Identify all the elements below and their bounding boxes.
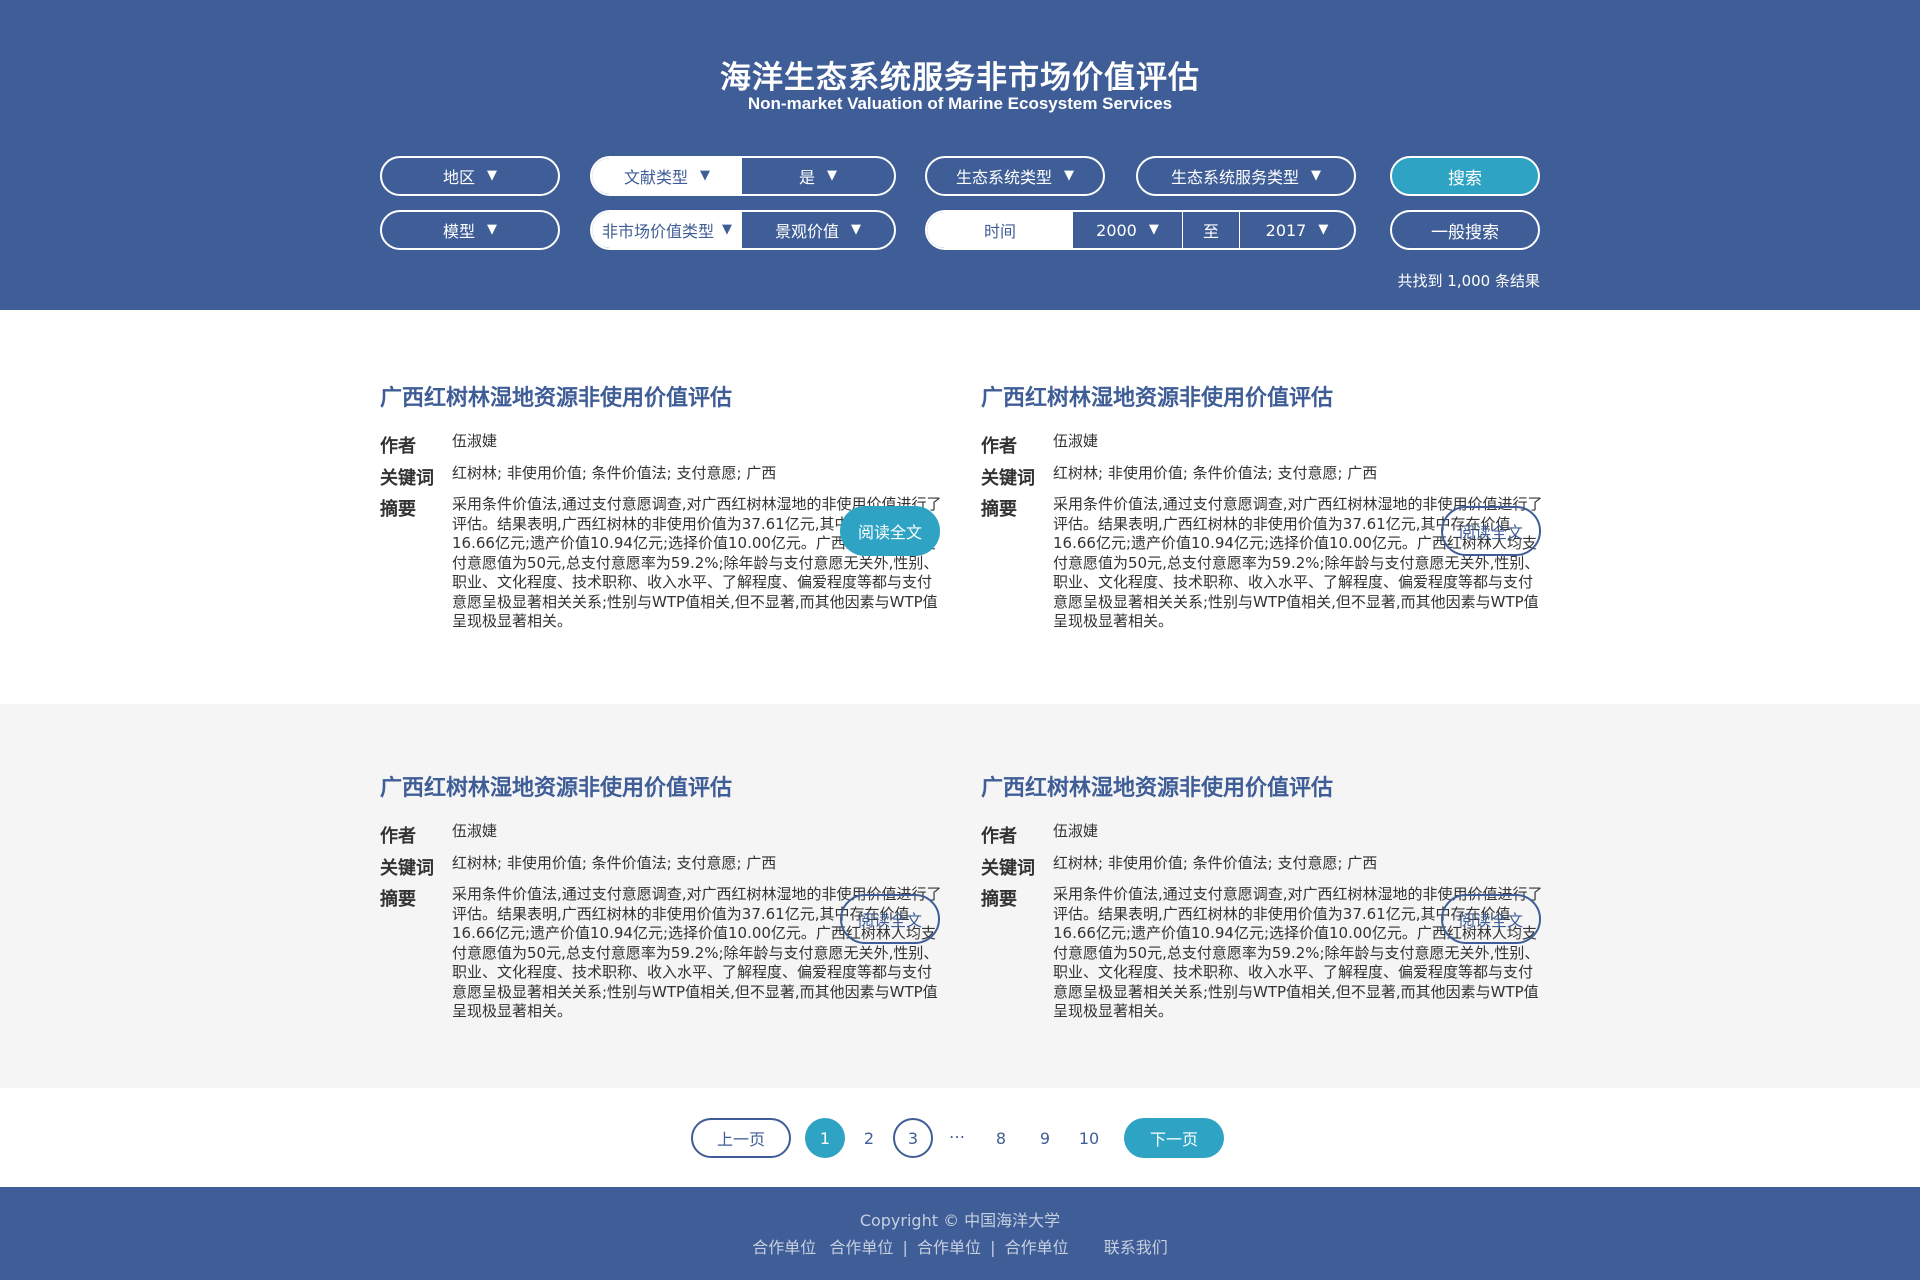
read-fulltext-button[interactable]: 阅读全文 [1441, 506, 1541, 556]
doc-type-label: 文献类型 [623, 168, 688, 187]
page-8-button[interactable]: 8 [981, 1118, 1021, 1158]
value-type-label: 非市场价值类型 [601, 222, 714, 241]
service-type-dropdown[interactable]: 生态系统服务类型 ▼ [1136, 156, 1356, 196]
caret-down-icon: ▼ [827, 167, 837, 183]
pagination-ellipsis: … [949, 1122, 965, 1142]
doc-type-value: 是 [798, 168, 815, 187]
footer-separator: | [902, 1238, 908, 1257]
footer: Copyright © 中国海洋大学 合作单位 合作单位 | 合作单位 | 合作… [0, 1187, 1920, 1280]
read-fulltext-button[interactable]: 阅读全文 [1441, 894, 1541, 944]
abstract-label: 摘要 [981, 499, 1017, 520]
caret-down-icon: ▼ [1064, 167, 1074, 183]
contact-link[interactable]: 联系我们 [1104, 1234, 1168, 1258]
doc-type-dropdown[interactable]: 文献类型 ▼ [592, 158, 742, 194]
footer-links: 合作单位 合作单位 | 合作单位 | 合作单位 联系我们 [0, 1234, 1920, 1258]
value-type-filter[interactable]: 非市场价值类型 ▼ 景观价值 ▼ [590, 210, 896, 250]
author-label: 作者 [981, 826, 1017, 847]
caret-down-icon: ▼ [1148, 221, 1159, 237]
author-value: 伍淑婕 [1053, 822, 1099, 840]
result-card: 广西红树林湿地资源非使用价值评估 作者 伍淑婕 关键词 红树林; 非使用价值; … [981, 380, 1543, 630]
caret-down-icon: ▼ [851, 221, 861, 237]
result-count: 共找到 1,000 条结果 [1397, 272, 1540, 290]
value-type-value: 景观价值 [774, 222, 839, 241]
keywords-label: 关键词 [380, 468, 434, 489]
page-2-button[interactable]: 2 [849, 1118, 889, 1158]
results-section-1: 广西红树林湿地资源非使用价值评估 作者 伍淑婕 关键词 红树林; 非使用价值; … [0, 310, 1920, 704]
caret-down-icon: ▼ [1311, 167, 1321, 183]
footer-separator: | [990, 1238, 996, 1257]
range-to-label: 至 [1182, 212, 1239, 248]
abstract-label: 摘要 [380, 499, 416, 520]
region-label: 地区 [442, 168, 475, 187]
page-9-button[interactable]: 9 [1025, 1118, 1065, 1158]
read-fulltext-button[interactable]: 阅读全文 [840, 894, 940, 944]
time-range-filter[interactable]: 时间 2000 ▼ 至 2017 ▼ [925, 210, 1356, 250]
ecosystem-type-dropdown[interactable]: 生态系统类型 ▼ [925, 156, 1105, 196]
next-page-button[interactable]: 下一页 [1124, 1118, 1224, 1158]
ecosystem-type-label: 生态系统类型 [955, 168, 1052, 187]
value-type-value-dropdown[interactable]: 景观价值 ▼ [742, 212, 894, 248]
result-title[interactable]: 广西红树林湿地资源非使用价值评估 [380, 770, 940, 802]
result-card: 广西红树林湿地资源非使用价值评估 作者 伍淑婕 关键词 红树林; 非使用价值; … [380, 380, 942, 630]
keywords-value: 红树林; 非使用价值; 条件价值法; 支付意愿; 广西 [1053, 854, 1378, 872]
prev-page-button[interactable]: 上一页 [691, 1118, 791, 1158]
author-value: 伍淑婕 [452, 432, 498, 450]
author-value: 伍淑婕 [1053, 432, 1099, 450]
result-title[interactable]: 广西红树林湿地资源非使用价值评估 [380, 380, 940, 412]
keywords-value: 红树林; 非使用价值; 条件价值法; 支付意愿; 广西 [452, 464, 777, 482]
copyright-text: Copyright © 中国海洋大学 [859, 1211, 1061, 1230]
caret-down-icon: ▼ [722, 221, 732, 237]
value-type-dropdown[interactable]: 非市场价值类型 ▼ [592, 212, 742, 248]
page-title: 海洋生态系统服务非市场价值评估 [720, 60, 1200, 96]
partner-link[interactable]: 合作单位 [917, 1234, 981, 1258]
result-card: 广西红树林湿地资源非使用价值评估 作者 伍淑婕 关键词 红树林; 非使用价值; … [380, 770, 942, 1020]
year-from-value: 2000 [1096, 220, 1137, 240]
keywords-value: 红树林; 非使用价值; 条件价值法; 支付意愿; 广西 [452, 854, 777, 872]
abstract-label: 摘要 [981, 889, 1017, 910]
time-label: 时间 [927, 212, 1073, 248]
results-section-2: 广西红树林湿地资源非使用价值评估 作者 伍淑婕 关键词 红树林; 非使用价值; … [0, 704, 1920, 1088]
year-from-dropdown[interactable]: 2000 ▼ [1073, 212, 1182, 248]
author-label: 作者 [380, 826, 416, 847]
keywords-value: 红树林; 非使用价值; 条件价值法; 支付意愿; 广西 [1053, 464, 1378, 482]
author-value: 伍淑婕 [452, 822, 498, 840]
header: 海洋生态系统服务非市场价值评估 Non-market Valuation of … [0, 0, 1920, 310]
year-to-value: 2017 [1265, 220, 1307, 240]
service-type-label: 生态系统服务类型 [1170, 168, 1299, 187]
result-card: 广西红树林湿地资源非使用价值评估 作者 伍淑婕 关键词 红树林; 非使用价值; … [981, 770, 1543, 1020]
keywords-label: 关键词 [981, 468, 1035, 489]
author-label: 作者 [981, 436, 1017, 457]
abstract-label: 摘要 [380, 889, 416, 910]
year-to-dropdown[interactable]: 2017 ▼ [1239, 212, 1354, 248]
doc-type-value-dropdown[interactable]: 是 ▼ [742, 158, 894, 194]
model-dropdown[interactable]: 模型 ▼ [380, 210, 560, 250]
result-title[interactable]: 广西红树林湿地资源非使用价值评估 [981, 380, 1541, 412]
model-label: 模型 [442, 222, 475, 241]
partner-link[interactable]: 合作单位 [1005, 1234, 1069, 1258]
author-label: 作者 [380, 436, 416, 457]
read-fulltext-button[interactable]: 阅读全文 [840, 506, 940, 556]
partner-link[interactable]: 合作单位 [829, 1234, 893, 1258]
region-dropdown[interactable]: 地区 ▼ [380, 156, 560, 196]
page-subtitle: Non-market Valuation of Marine Ecosystem… [747, 94, 1173, 113]
partner-link[interactable]: 合作单位 [752, 1234, 816, 1258]
caret-down-icon: ▼ [487, 221, 497, 237]
keywords-label: 关键词 [981, 858, 1035, 879]
search-button[interactable]: 搜索 [1390, 156, 1540, 196]
result-title[interactable]: 广西红树林湿地资源非使用价值评估 [981, 770, 1541, 802]
general-search-button[interactable]: 一般搜索 [1390, 210, 1540, 250]
page-10-button[interactable]: 10 [1069, 1118, 1109, 1158]
page-1-button[interactable]: 1 [805, 1118, 845, 1158]
doc-type-filter[interactable]: 文献类型 ▼ 是 ▼ [590, 156, 896, 196]
keywords-label: 关键词 [380, 858, 434, 879]
page-3-button[interactable]: 3 [893, 1118, 933, 1158]
caret-down-icon: ▼ [487, 167, 497, 183]
caret-down-icon: ▼ [700, 167, 710, 183]
caret-down-icon: ▼ [1318, 221, 1329, 237]
